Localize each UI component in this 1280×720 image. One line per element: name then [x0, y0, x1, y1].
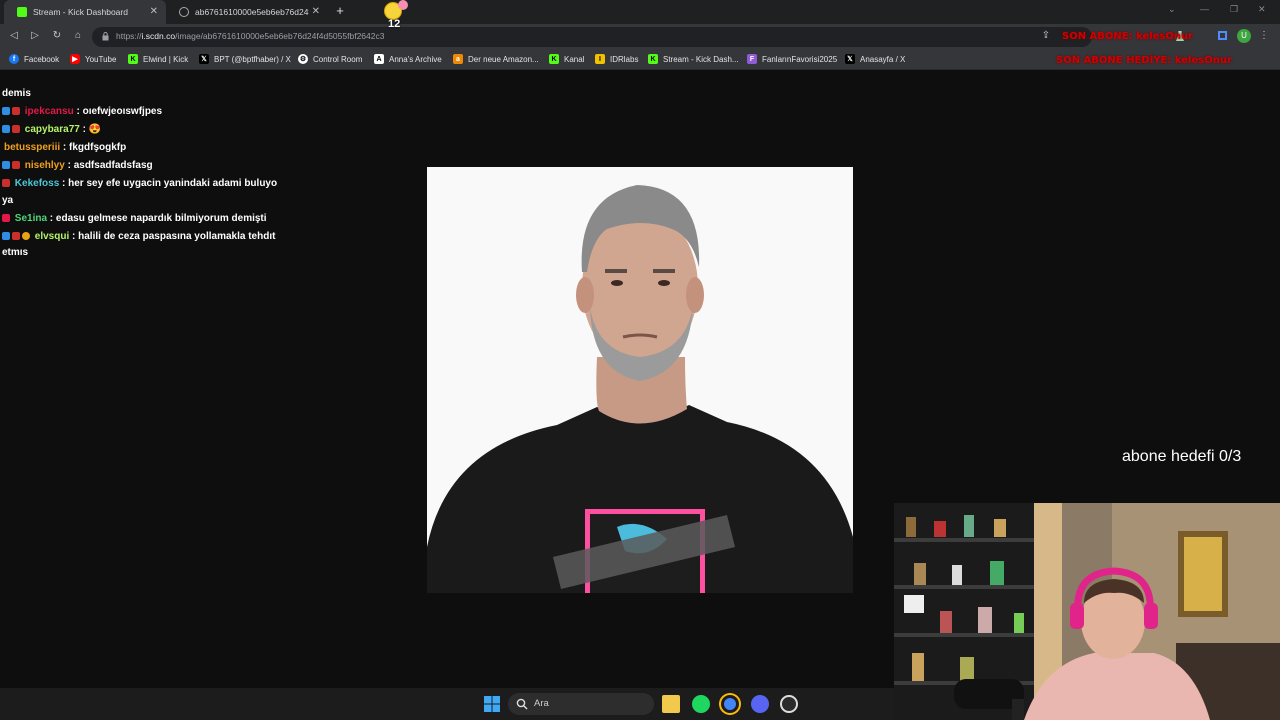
search-icon	[516, 698, 528, 710]
webcam-illustration	[894, 503, 1280, 720]
purple-icon: F	[747, 54, 757, 64]
menu-icon[interactable]: ⋮	[1258, 30, 1270, 41]
x-icon: 𝕏	[845, 54, 855, 64]
youtube-icon: ▶	[70, 54, 80, 64]
search-label: Ara	[534, 698, 549, 709]
sidebar-icon[interactable]	[1218, 31, 1227, 40]
kick-icon: K	[648, 54, 658, 64]
gift-badge-icon	[12, 231, 20, 240]
bookmark-facebook[interactable]: f Facebook	[9, 54, 59, 64]
chat-username[interactable]: Kekefoss	[15, 178, 59, 189]
subscriber-goal: abone hedefi 0/3	[1122, 448, 1242, 465]
kick-icon: K	[128, 54, 138, 64]
subscriber-badge-icon	[2, 125, 10, 133]
chat-message: demis	[2, 88, 31, 99]
subscriber-badge-icon	[2, 107, 10, 115]
chat-message: capybara77 : 😍	[2, 122, 282, 139]
gift-badge-icon	[12, 125, 20, 133]
chat-username[interactable]: elvsqui	[35, 231, 69, 242]
chat-message: nisehlyy : asdfsadfadsfasg	[2, 158, 282, 175]
chat-message: betussperiii : fkgdfşogkfp	[4, 142, 127, 153]
profile-avatar[interactable]: U	[1237, 29, 1251, 43]
back-icon[interactable]: ◁	[8, 30, 20, 41]
forward-icon[interactable]: ▷	[29, 30, 41, 41]
flower-icon	[398, 0, 408, 10]
bookmark-annas-archive[interactable]: A Anna's Archive	[374, 54, 442, 64]
close-window-icon[interactable]: ✕	[1258, 4, 1266, 15]
tab-image[interactable]: ab6761610000e5eb6eb76d24f4 ✕	[166, 0, 328, 24]
lock-icon	[102, 32, 109, 41]
tab-title: ab6761610000e5eb6eb76d24f4	[195, 7, 309, 17]
url-text: https://i.scdn.co/image/ab6761610000e5eb…	[116, 31, 385, 41]
bookmark-control-room[interactable]: ⚙ Control Room	[298, 54, 362, 64]
globe-icon	[179, 7, 189, 17]
bookmark-kanal[interactable]: K Kanal	[549, 54, 584, 64]
browser-tab-strip: Stream - Kick Dashboard ✕ ab6761610000e5…	[0, 0, 1280, 30]
control-room-icon: ⚙	[298, 54, 308, 64]
bookmark-anasayfa-x[interactable]: 𝕏 Anasayfa / X	[845, 54, 905, 64]
chat-username[interactable]: ipekcansu	[25, 106, 74, 117]
chat-message: Kekefoss : her sey efe uygacin yanindaki…	[2, 178, 278, 206]
new-tab-button[interactable]: +	[333, 3, 347, 19]
windows-taskbar: Ara	[0, 688, 894, 720]
windows-start-icon[interactable]	[483, 695, 501, 713]
chat-message: ipekcansu : oıefwjeoıswfjpes	[2, 104, 282, 121]
subscriber-badge-icon	[2, 161, 10, 169]
close-tab-icon[interactable]: ✕	[150, 6, 158, 18]
portrait-image	[427, 167, 853, 593]
last-subscriber-overlay: SON ABONE: kelesOnur	[1062, 31, 1194, 42]
gift-badge-icon	[2, 179, 10, 187]
chevron-down-icon[interactable]: ⌄	[1168, 4, 1176, 15]
chat-username[interactable]: capybara77	[25, 124, 80, 135]
bookmark-bpt[interactable]: 𝕏 BPT (@bptfhaber) / X	[199, 54, 291, 64]
kick-icon: K	[549, 54, 559, 64]
gift-badge-icon	[12, 107, 20, 115]
address-bar[interactable]: https://i.scdn.co/image/ab6761610000e5eb…	[92, 27, 1092, 47]
emoji-sticker: 12	[382, 0, 410, 34]
amazon-icon: a	[453, 54, 463, 64]
x-icon: 𝕏	[199, 54, 209, 64]
kick-icon	[17, 7, 27, 17]
chat-message: elvsqui : halili de ceza paspasına yolla…	[2, 230, 276, 258]
chat-username[interactable]: nisehlyy	[25, 160, 65, 171]
minimize-icon[interactable]: —	[1200, 4, 1209, 14]
moderator-badge-icon	[2, 213, 10, 222]
chat-username[interactable]: Se1ina	[15, 213, 47, 224]
file-explorer-icon[interactable]	[662, 695, 680, 713]
chrome-icon[interactable]	[721, 695, 739, 713]
tab-kick-dashboard[interactable]: Stream - Kick Dashboard ✕	[4, 0, 166, 24]
discord-icon[interactable]	[751, 695, 769, 713]
tab-title: Stream - Kick Dashboard	[33, 7, 128, 17]
idrlabs-icon: I	[595, 54, 605, 64]
bookmark-elwind-kick[interactable]: K Elwind | Kick	[128, 54, 188, 64]
portrait-illustration	[427, 167, 853, 593]
reload-icon[interactable]: ↻	[51, 30, 63, 41]
maximize-icon[interactable]: ❐	[1230, 4, 1238, 15]
webcam-feed	[894, 503, 1280, 720]
bookmark-amazon[interactable]: a Der neue Amazon...	[453, 54, 539, 64]
close-tab-icon[interactable]: ✕	[312, 6, 320, 18]
last-gift-overlay: SON ABONE HEDİYE: kelesOnur	[1056, 55, 1232, 66]
bookmark-fanlarin-favorisi[interactable]: F FanlarınFavorisi2025	[747, 54, 837, 64]
bookmark-kick-dashboard[interactable]: K Stream - Kick Dash...	[648, 54, 739, 64]
sticker-count: 12	[388, 18, 401, 30]
share-icon[interactable]: ⇪	[1040, 30, 1052, 41]
subscriber-badge-icon	[2, 231, 10, 240]
home-icon[interactable]: ⌂	[72, 30, 84, 41]
chat-panel: demis ipekcansu : oıefwjeoıswfjpes capyb…	[2, 86, 282, 263]
chat-message: Se1ina : edasu gelmese napardık bilmiyor…	[2, 211, 282, 228]
archive-icon: A	[374, 54, 384, 64]
bookmark-idrlabs[interactable]: I IDRlabs	[595, 54, 638, 64]
facebook-icon: f	[9, 54, 19, 64]
chat-username[interactable]: betussperiii	[4, 142, 60, 153]
spotify-icon[interactable]	[692, 695, 710, 713]
coin-badge-icon	[22, 231, 30, 240]
bookmark-youtube[interactable]: ▶ YouTube	[70, 54, 116, 64]
taskbar-search[interactable]: Ara	[508, 693, 654, 715]
gift-badge-icon	[12, 161, 20, 169]
obs-icon[interactable]	[780, 695, 798, 713]
